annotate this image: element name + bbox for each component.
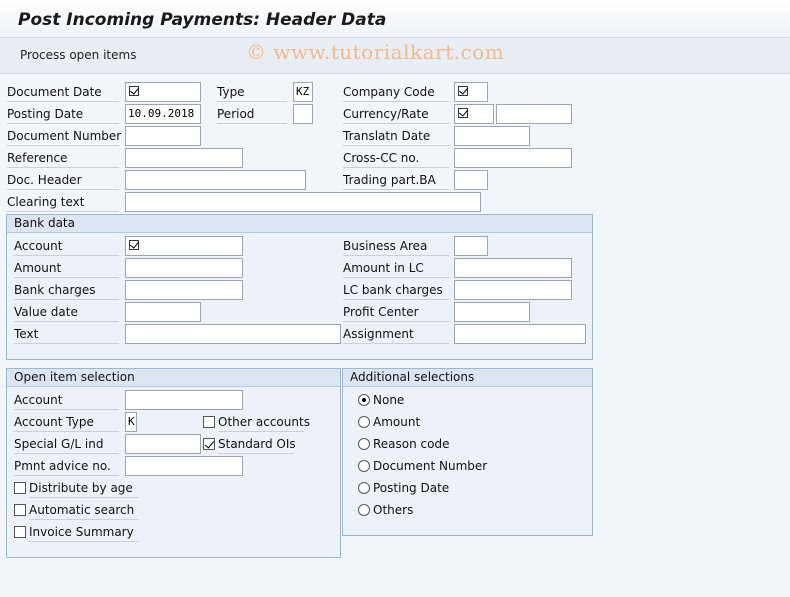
- radio-reason-code[interactable]: [358, 438, 370, 450]
- other-accounts-checkbox[interactable]: [203, 416, 215, 428]
- trading-part-field[interactable]: [454, 170, 488, 190]
- required-check-icon: [458, 86, 468, 96]
- radio-document-number-label: Document Number: [373, 459, 488, 473]
- oi-account-field[interactable]: [125, 390, 243, 410]
- document-date-label: Document Date: [7, 82, 119, 102]
- posting-date-field[interactable]: 10.09.2018: [125, 104, 201, 124]
- page-title: Post Incoming Payments: Header Data: [18, 10, 387, 30]
- posting-date-label: Posting Date: [7, 104, 119, 124]
- invoice-summary-label: Invoice Summary: [29, 522, 139, 542]
- company-code-label: Company Code: [343, 82, 449, 102]
- lc-bank-charges-field[interactable]: [454, 280, 572, 300]
- translatn-date-label: Translatn Date: [343, 126, 449, 146]
- period-field[interactable]: [293, 104, 313, 124]
- distribute-by-age-checkbox[interactable]: [14, 482, 26, 494]
- amount-field[interactable]: [125, 258, 243, 278]
- bank-data-title: Bank data: [7, 215, 592, 233]
- radio-document-number[interactable]: [358, 460, 370, 472]
- text-label: Text: [14, 324, 119, 344]
- cross-cc-field[interactable]: [454, 148, 572, 168]
- open-item-selection-title: Open item selection: [7, 369, 340, 387]
- standard-ois-label: Standard OIs: [218, 434, 296, 454]
- value-date-field[interactable]: [125, 302, 201, 322]
- oi-account-label: Account: [14, 390, 119, 410]
- currency-field[interactable]: [454, 104, 494, 124]
- process-open-items-button[interactable]: Process open items: [20, 48, 136, 62]
- radio-amount-label: Amount: [373, 415, 421, 429]
- radio-amount[interactable]: [358, 416, 370, 428]
- cross-cc-label: Cross-CC no.: [343, 148, 449, 168]
- type-label: Type: [217, 82, 287, 102]
- business-area-field[interactable]: [454, 236, 488, 256]
- translatn-date-field[interactable]: [454, 126, 530, 146]
- automatic-search-label: Automatic search: [29, 500, 139, 520]
- radio-others[interactable]: [358, 504, 370, 516]
- special-gl-field[interactable]: [125, 434, 201, 454]
- additional-selections-title: Additional selections: [343, 369, 592, 387]
- amount-lc-field[interactable]: [454, 258, 572, 278]
- assignment-label: Assignment: [343, 324, 449, 344]
- document-number-field[interactable]: [125, 126, 201, 146]
- text-field[interactable]: [125, 324, 341, 344]
- radio-reason-code-label: Reason code: [373, 437, 450, 451]
- reference-label: Reference: [7, 148, 119, 168]
- lc-bank-charges-label: LC bank charges: [343, 280, 449, 300]
- required-check-icon: [458, 108, 468, 118]
- standard-ois-checkbox[interactable]: [203, 438, 215, 450]
- exchange-rate-field[interactable]: [496, 104, 572, 124]
- required-check-icon: [129, 86, 139, 96]
- period-label: Period: [217, 104, 287, 124]
- type-field[interactable]: KZ: [293, 82, 313, 102]
- radio-others-label: Others: [373, 503, 414, 517]
- pmnt-advice-label: Pmnt advice no.: [14, 456, 119, 476]
- required-check-icon: [129, 240, 139, 250]
- assignment-field[interactable]: [454, 324, 586, 344]
- radio-posting-date[interactable]: [358, 482, 370, 494]
- clearing-text-label: Clearing text: [7, 192, 119, 212]
- radio-posting-date-label: Posting Date: [373, 481, 450, 495]
- amount-label: Amount: [14, 258, 119, 278]
- amount-lc-label: Amount in LC: [343, 258, 449, 278]
- company-code-field[interactable]: [454, 82, 488, 102]
- title-bar: Post Incoming Payments: Header Data: [0, 0, 790, 38]
- clearing-text-field[interactable]: [125, 192, 481, 212]
- doc-header-field[interactable]: [125, 170, 306, 190]
- bank-charges-field[interactable]: [125, 280, 243, 300]
- bank-charges-label: Bank charges: [14, 280, 119, 300]
- account-type-label: Account Type: [14, 412, 119, 432]
- other-accounts-label: Other accounts: [218, 412, 310, 432]
- radio-none-label: None: [373, 393, 405, 407]
- account-type-field[interactable]: K: [125, 412, 137, 432]
- bank-account-field[interactable]: [125, 236, 243, 256]
- value-date-label: Value date: [14, 302, 119, 322]
- special-gl-label: Special G/L ind: [14, 434, 119, 454]
- doc-header-label: Doc. Header: [7, 170, 119, 190]
- pmnt-advice-field[interactable]: [125, 456, 243, 476]
- trading-part-label: Trading part.BA: [343, 170, 449, 190]
- business-area-label: Business Area: [343, 236, 449, 256]
- currency-rate-label: Currency/Rate: [343, 104, 449, 124]
- distribute-by-age-label: Distribute by age: [29, 478, 139, 498]
- reference-field[interactable]: [125, 148, 243, 168]
- automatic-search-checkbox[interactable]: [14, 504, 26, 516]
- invoice-summary-checkbox[interactable]: [14, 526, 26, 538]
- watermark: © www.tutorialkart.com: [246, 40, 505, 64]
- document-number-label: Document Number: [7, 126, 121, 146]
- profit-center-field[interactable]: [454, 302, 530, 322]
- radio-none[interactable]: [358, 394, 370, 406]
- document-date-field[interactable]: [125, 82, 201, 102]
- bank-account-label: Account: [14, 236, 119, 256]
- profit-center-label: Profit Center: [343, 302, 449, 322]
